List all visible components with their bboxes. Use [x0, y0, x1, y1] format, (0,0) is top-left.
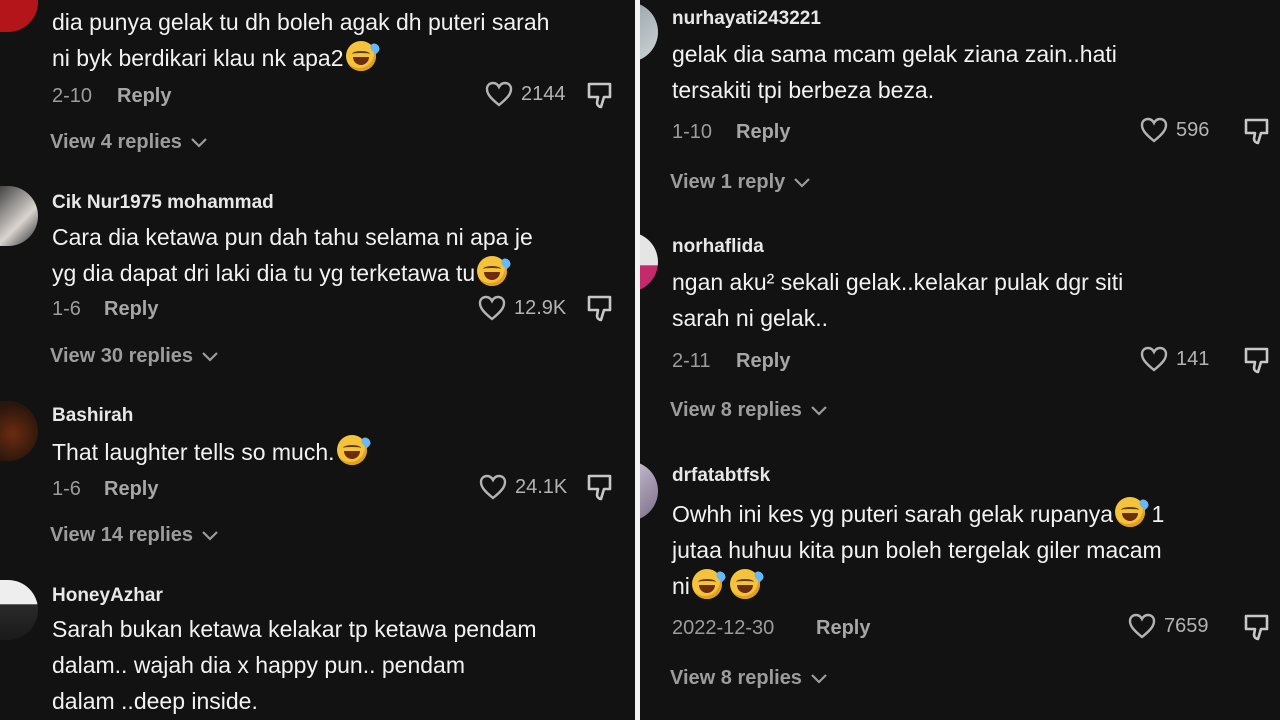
comment-text: Sarah bukan ketawa kelakar tp ketawa pen…: [52, 616, 537, 714]
comment-text: Cara dia ketawa pun dah tahu selama ni a…: [52, 224, 533, 286]
laughing-emoji: [336, 435, 372, 465]
view-replies-button[interactable]: View 4 replies: [50, 131, 208, 154]
comment-text: gelak dia sama mcam gelak ziana zain..ha…: [672, 41, 1117, 103]
heart-icon: [478, 295, 506, 321]
chevron-down-icon: [811, 673, 827, 684]
dislike-icon[interactable]: [1243, 345, 1273, 375]
dislike-icon[interactable]: [586, 293, 616, 323]
like-count: 141: [1176, 347, 1210, 370]
heart-icon: [485, 81, 513, 107]
view-replies-button[interactable]: View 8 replies: [670, 399, 828, 422]
comment-text: That laughter tells so much.: [52, 434, 627, 470]
avatar[interactable]: [0, 401, 38, 461]
like-button[interactable]: 7659: [1128, 613, 1209, 639]
avatar[interactable]: [640, 232, 658, 292]
comment-date: 1-10: [672, 121, 713, 143]
right-comments-panel: nurhayati243221 gelak dia sama mcam gela…: [640, 0, 1280, 720]
heart-icon: [1128, 613, 1156, 639]
dislike-icon[interactable]: [1243, 116, 1273, 146]
dislike-icon[interactable]: [1243, 612, 1273, 642]
dislike-icon[interactable]: [586, 80, 616, 110]
sweat-smile-emoji: [730, 569, 766, 599]
chevron-down-icon: [811, 405, 827, 416]
like-count: 12.9K: [514, 296, 567, 319]
like-count: 7659: [1164, 614, 1209, 637]
comment-username[interactable]: HoneyAzhar: [52, 585, 163, 607]
chevron-down-icon: [191, 137, 207, 148]
like-count: 596: [1176, 118, 1210, 141]
like-count: 24.1K: [515, 475, 568, 498]
sweat-smile-emoji: [691, 569, 728, 599]
avatar[interactable]: [0, 186, 38, 246]
sweat-smile-emoji: [345, 41, 381, 71]
avatar[interactable]: [640, 2, 658, 62]
avatar[interactable]: [640, 461, 658, 521]
reply-button[interactable]: Reply: [117, 85, 171, 108]
chevron-down-icon: [202, 530, 218, 541]
comment-username[interactable]: norhaflida: [672, 236, 764, 258]
comment-date: 2022-12-30: [672, 617, 775, 639]
like-count: 2144: [521, 82, 566, 105]
chevron-down-icon: [794, 177, 811, 188]
reply-button[interactable]: Reply: [736, 350, 790, 373]
comment-username[interactable]: Cik Nur1975 mohammad: [52, 192, 274, 214]
comment-text: Owhh ini kes yg puteri sarah gelak rupan…: [672, 496, 1247, 604]
comment-username[interactable]: drfatabtfsk: [672, 465, 770, 487]
view-replies-button[interactable]: View 1 reply: [670, 171, 811, 194]
like-button[interactable]: 2144: [485, 81, 566, 107]
avatar[interactable]: [0, 0, 38, 32]
comment-username[interactable]: nurhayati243221: [672, 8, 821, 30]
view-replies-button[interactable]: View 8 replies: [670, 667, 828, 690]
like-button[interactable]: 12.9K: [478, 295, 566, 321]
comment-username[interactable]: Bashirah: [52, 405, 133, 427]
reply-button[interactable]: Reply: [816, 617, 870, 640]
comment-date: 2-11: [672, 350, 711, 372]
dislike-icon[interactable]: [586, 472, 616, 502]
left-comments-panel: dia punya gelak tu dh boleh agak dh pute…: [0, 0, 635, 720]
laughing-emoji: [477, 256, 513, 286]
comment-date: 1-6: [52, 478, 81, 500]
laughing-emoji: [1115, 497, 1151, 527]
chevron-down-icon: [202, 351, 218, 362]
heart-icon: [479, 474, 507, 500]
like-button[interactable]: 596: [1140, 117, 1209, 143]
reply-button[interactable]: Reply: [104, 298, 158, 321]
comment-text: dia punya gelak tu dh boleh agak dh pute…: [52, 9, 550, 71]
reply-button[interactable]: Reply: [104, 478, 158, 501]
avatar[interactable]: [0, 580, 38, 640]
comment-date: 2-10: [52, 85, 93, 107]
like-button[interactable]: 24.1K: [479, 474, 567, 500]
comment-date: 1-6: [52, 298, 81, 320]
view-replies-button[interactable]: View 30 replies: [50, 345, 219, 368]
heart-icon: [1140, 117, 1168, 143]
like-button[interactable]: 141: [1140, 346, 1209, 372]
reply-button[interactable]: Reply: [736, 121, 790, 144]
view-replies-button[interactable]: View 14 replies: [50, 524, 219, 547]
comment-text: ngan aku² sekali gelak..kelakar pulak dg…: [672, 269, 1124, 331]
heart-icon: [1140, 346, 1168, 372]
